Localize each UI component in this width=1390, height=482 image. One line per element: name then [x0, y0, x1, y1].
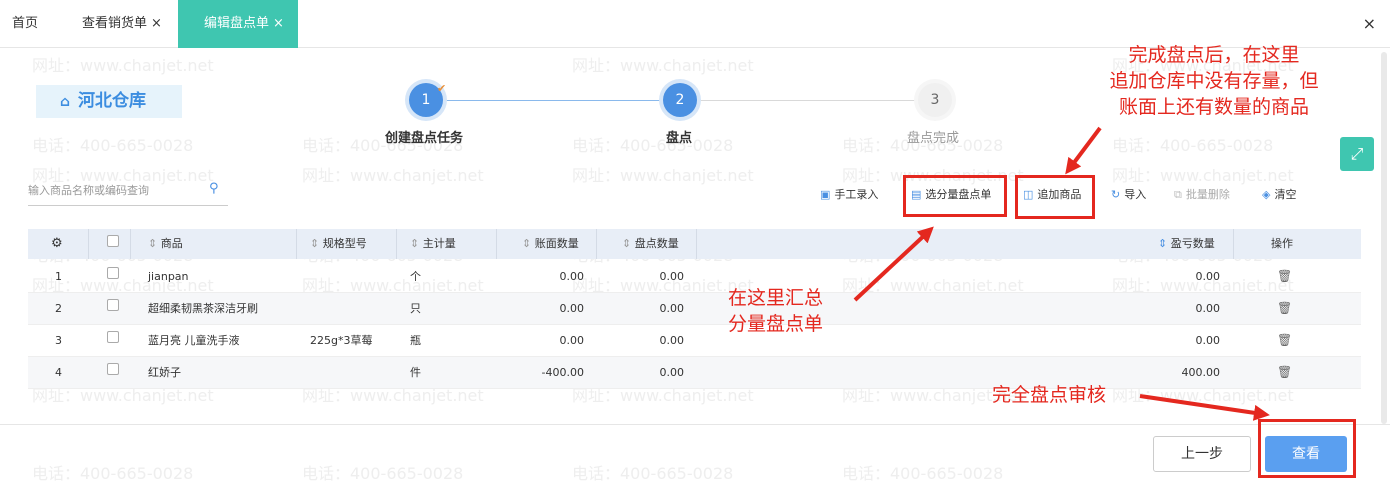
edit-inventory-count-window: 电话：400-665-0028 网址：www.chanjet.net 电话：40… [0, 0, 1390, 482]
arrow-to-select-sub [853, 226, 934, 302]
annotation-arrows [853, 126, 1270, 421]
arrow-to-view [1139, 394, 1270, 421]
arrow-to-add-goods [1065, 126, 1102, 175]
